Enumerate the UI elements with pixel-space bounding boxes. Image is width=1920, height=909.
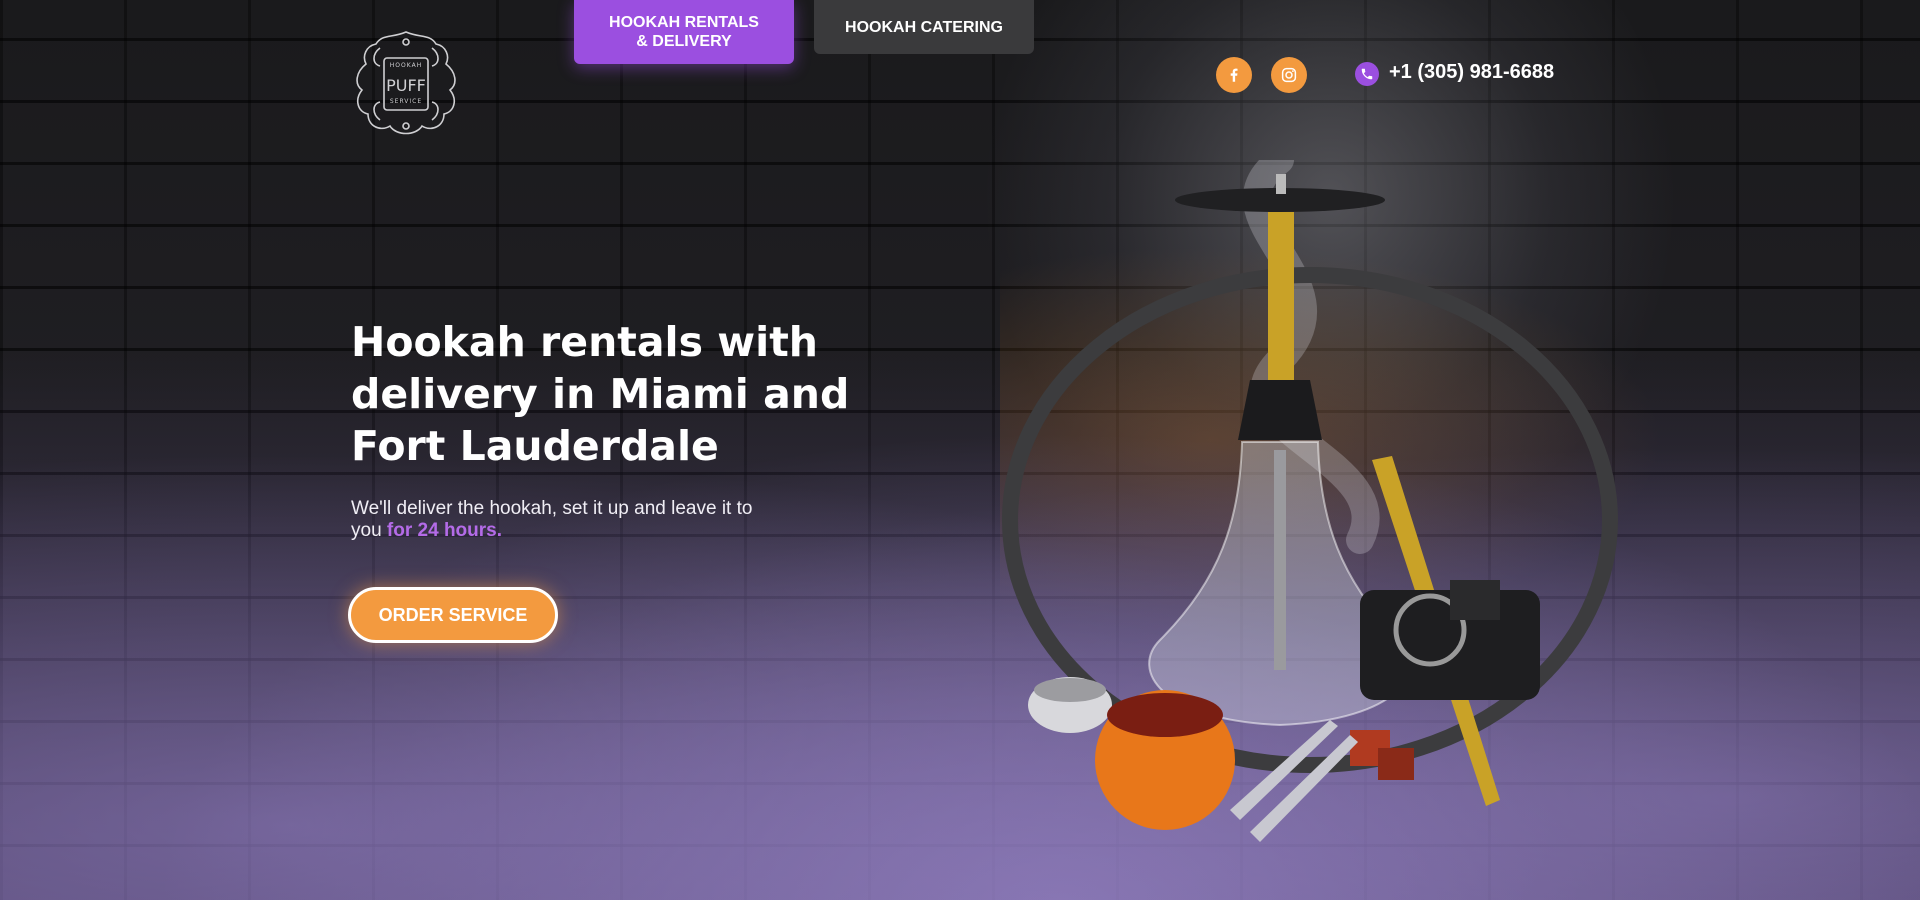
instagram-icon [1281,67,1297,83]
hero-subtitle-highlight: for 24 hours. [386,520,502,541]
logo-brand-text: PUFF [386,76,426,95]
tab-hookah-catering[interactable]: HOOKAH CATERING [814,0,1034,54]
order-service-button[interactable]: ORDER SERVICE [348,587,558,643]
tab-label-line2: & DELIVERY [636,33,732,50]
tab-label: HOOKAH CATERING [845,18,1003,36]
phone-icon [1355,62,1379,86]
bottom-strip [0,900,1920,909]
facebook-link[interactable] [1216,57,1252,93]
hero-title: Hookah rentals with delivery in Miami an… [351,318,850,470]
facebook-icon [1230,68,1238,82]
logo-bottom-text: SERVICE [389,98,423,105]
hookah-illustration-icon [1002,146,1618,842]
puff-logo[interactable]: HOOKAH PUFF SERVICE [350,28,462,140]
tab-label-line1: HOOKAH RENTALS [609,14,759,31]
hookah-product-image [980,146,1640,860]
tab-hookah-rentals-delivery[interactable]: HOOKAH RENTALS & DELIVERY [574,0,794,64]
phone-number-link[interactable]: +1 (305) 981-6688 [1389,61,1554,84]
logo-top-text: HOOKAH [389,62,423,69]
hero-subtitle: We'll deliver the hookah, set it up and … [351,498,771,542]
instagram-link[interactable] [1271,57,1307,93]
